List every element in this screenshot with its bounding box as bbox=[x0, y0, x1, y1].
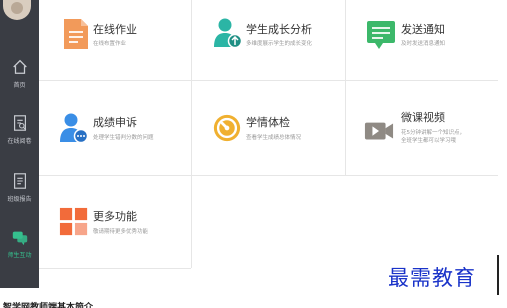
tile-subtitle: 及时发送消息通知 bbox=[401, 41, 446, 47]
sidebar-item-report[interactable]: 班级报告 bbox=[0, 170, 39, 226]
sidebar-item-label: 师生互动 bbox=[7, 252, 32, 259]
tile-title: 成绩申诉 bbox=[93, 116, 137, 129]
tile-more-features[interactable]: 更多功能 敬请期待更多优秀功能 bbox=[39, 176, 191, 268]
exam-review-icon bbox=[13, 115, 26, 131]
homework-doc-icon bbox=[64, 19, 88, 49]
tile-subtitle: 在线布置作业 bbox=[93, 41, 127, 47]
tile-grade-appeal[interactable]: 成绩申诉 处理学生错判分数的问题 bbox=[39, 81, 191, 175]
tile-title: 微课视频 bbox=[401, 111, 445, 124]
avatar[interactable] bbox=[3, 0, 31, 20]
tile-title: 学生成长分析 bbox=[246, 23, 312, 36]
sidebar-item-interaction[interactable]: 师生互动 bbox=[0, 226, 39, 282]
tile-learning-checkup[interactable]: 学情体检 查看学生成绩总体情况 bbox=[192, 81, 345, 175]
scrollbar[interactable] bbox=[497, 255, 499, 295]
report-icon bbox=[13, 173, 26, 189]
checkup-gauge-icon bbox=[213, 114, 241, 142]
tile-subtitle: 多维度展示学生的成长变化 bbox=[246, 41, 313, 47]
video-camera-icon bbox=[364, 122, 394, 140]
divider bbox=[39, 268, 191, 269]
tile-title: 发送通知 bbox=[401, 23, 445, 36]
tile-title: 在线作业 bbox=[93, 23, 137, 36]
sidebar-item-label: 班级报告 bbox=[7, 196, 32, 203]
sidebar-item-label: 在线阅卷 bbox=[7, 138, 32, 145]
tile-student-growth[interactable]: 学生成长分析 多维度展示学生的成长变化 bbox=[192, 0, 345, 80]
sidebar-item-home[interactable]: 首页 bbox=[0, 56, 39, 112]
tile-title: 学情体检 bbox=[246, 116, 290, 129]
appeal-person-icon bbox=[60, 113, 89, 144]
notice-message-icon bbox=[367, 21, 395, 49]
tile-subtitle: 敬请期待更多优秀功能 bbox=[93, 229, 149, 235]
sidebar-item-exam-review[interactable]: 在线阅卷 bbox=[0, 112, 39, 168]
tile-subtitle-line-1: 花5分钟讲解一个知识点， bbox=[401, 130, 466, 136]
sidebar: 首页 在线阅卷 班级报告 师生互动 bbox=[0, 0, 39, 288]
chat-icon bbox=[12, 231, 27, 246]
sidebar-item-label: 首页 bbox=[13, 82, 26, 89]
tile-online-homework[interactable]: 在线作业 在线布置作业 bbox=[39, 0, 191, 80]
tile-subtitle-line-2: 全班学生都可以学习哦 bbox=[401, 138, 457, 144]
more-grid-icon bbox=[59, 207, 88, 236]
tile-micro-video[interactable]: 微课视频 花5分钟讲解一个知识点， 全班学生都可以学习哦 bbox=[346, 81, 498, 175]
watermark-text: 最需教育 bbox=[388, 266, 476, 290]
growth-person-icon bbox=[214, 18, 243, 49]
tile-subtitle: 处理学生错判分数的问题 bbox=[93, 135, 154, 141]
function-grid: 在线作业 在线布置作业 学生成长分析 多维度展示学生的成长变化 发送通知 及时发… bbox=[39, 0, 498, 270]
tile-title: 更多功能 bbox=[93, 210, 137, 223]
tile-subtitle: 查看学生成绩总体情况 bbox=[246, 135, 302, 141]
tile-send-notice[interactable]: 发送通知 及时发送消息通知 bbox=[346, 0, 498, 80]
section-heading: 智学网教师端基本简介 bbox=[3, 303, 94, 308]
home-icon bbox=[12, 59, 27, 74]
